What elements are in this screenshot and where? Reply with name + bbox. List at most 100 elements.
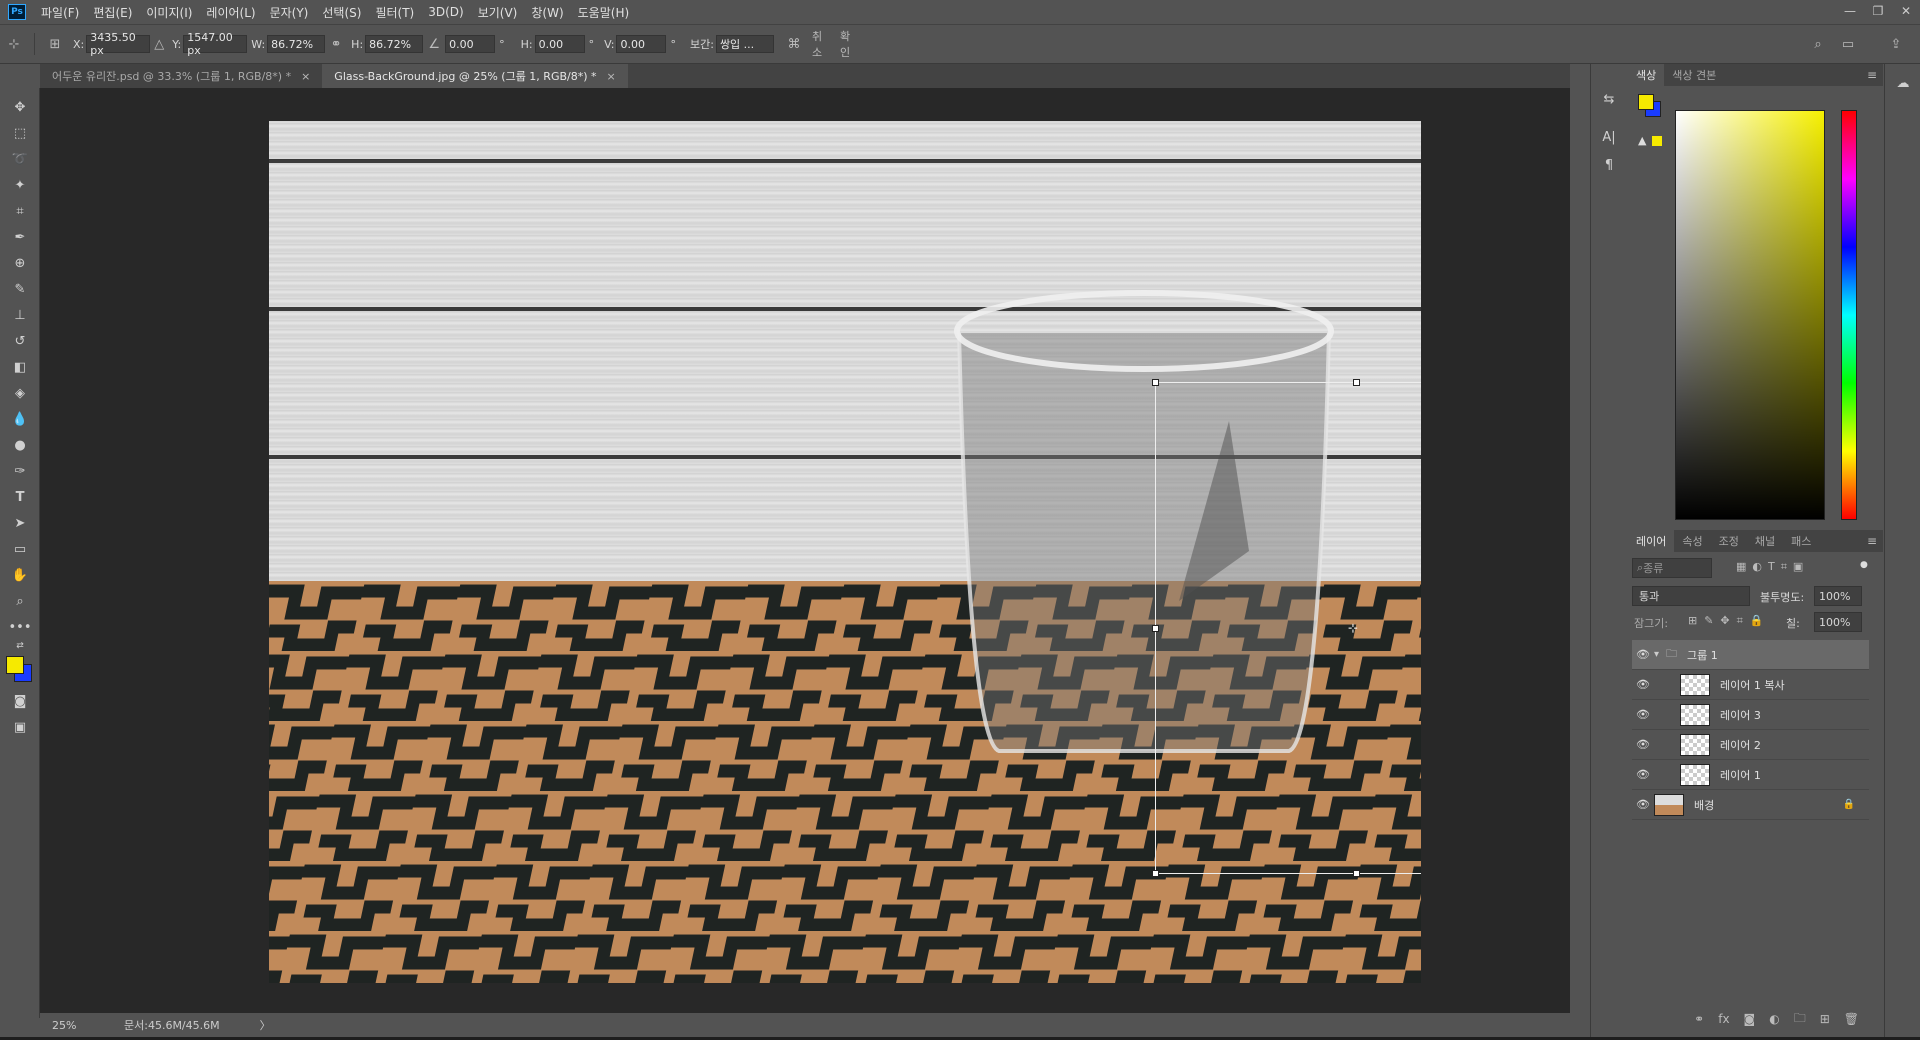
tab-properties[interactable]: 속성 xyxy=(1674,530,1710,552)
layer-filter-icons[interactable]: ▦◐T⌗▣ xyxy=(1736,560,1809,574)
visibility-eye-icon[interactable]: 👁 xyxy=(1632,648,1654,661)
healing-brush-tool-icon[interactable]: ⊕ xyxy=(8,252,32,274)
visibility-eye-icon[interactable]: 👁 xyxy=(1632,708,1654,721)
y-field[interactable]: 1547.00 px xyxy=(183,31,248,57)
interpolation-select[interactable]: 쌍입 ... xyxy=(715,35,774,53)
chevron-down-icon[interactable]: ▾ xyxy=(1654,649,1666,660)
opacity-field[interactable]: 100% xyxy=(1814,586,1862,606)
menu-filter[interactable]: 필터(T) xyxy=(368,4,421,21)
transform-handle[interactable] xyxy=(1353,379,1360,386)
visibility-eye-icon[interactable]: 👁 xyxy=(1632,768,1654,781)
lasso-tool-icon[interactable]: ➰ xyxy=(8,148,32,170)
tab-dark-glass-psd[interactable]: 어두운 유리잔.psd @ 33.3% (그룹 1, RGB/8*) * × xyxy=(40,64,323,88)
warp-mode-icon[interactable]: ⌘ xyxy=(784,34,804,54)
v-skew-field[interactable]: 0.00 xyxy=(616,35,667,53)
history-panel-icon[interactable]: ⇆ xyxy=(1597,88,1621,110)
transform-handle[interactable] xyxy=(1152,625,1159,632)
swap-colors-icon[interactable]: ⇄ xyxy=(8,640,32,652)
tab-glass-background-jpg[interactable]: Glass-BackGround.jpg @ 25% (그룹 1, RGB/8*… xyxy=(322,64,628,88)
workspace-icon[interactable]: ▭ xyxy=(1838,34,1858,54)
tab-layers[interactable]: 레이어 xyxy=(1628,530,1675,552)
layer-row[interactable]: 👁 레이어 3 xyxy=(1632,700,1869,730)
new-group-icon[interactable]: 🗀 xyxy=(1794,1009,1806,1030)
free-transform-box[interactable]: ⊹ xyxy=(1152,379,1421,877)
layer-row[interactable]: 👁 레이어 1 xyxy=(1632,760,1869,790)
angle-field[interactable]: 0.00 xyxy=(445,35,496,53)
menu-select[interactable]: 선택(S) xyxy=(315,4,368,21)
more-tools-icon[interactable]: ••• xyxy=(8,616,32,638)
marquee-tool-icon[interactable]: ⬚ xyxy=(8,122,32,144)
delete-layer-icon[interactable]: 🗑 xyxy=(1844,1012,1859,1026)
add-mask-icon[interactable]: ◙ xyxy=(1744,1012,1756,1026)
gamut-swatch[interactable] xyxy=(1652,136,1662,146)
share-icon[interactable]: ⇪ xyxy=(1886,34,1906,54)
blur-tool-icon[interactable]: 💧 xyxy=(8,408,32,430)
menu-layer[interactable]: 레이어(L) xyxy=(199,4,262,21)
hue-slider[interactable] xyxy=(1841,110,1857,520)
character-panel-icon[interactable]: A| xyxy=(1597,126,1621,148)
new-layer-icon[interactable]: ⊞ xyxy=(1820,1012,1830,1026)
h-skew-field[interactable]: 0.00 xyxy=(534,35,585,53)
transform-handle[interactable] xyxy=(1152,870,1159,877)
visibility-eye-icon[interactable]: 👁 xyxy=(1632,738,1654,751)
rectangle-tool-icon[interactable]: ▭ xyxy=(8,538,32,560)
layer-row-group[interactable]: 👁 ▾ 🗀 그룹 1 xyxy=(1632,640,1869,670)
filter-toggle-icon[interactable]: ● xyxy=(1860,560,1868,570)
transform-handle[interactable] xyxy=(1353,870,1360,877)
commit-transform-button[interactable]: 확인 xyxy=(840,30,860,59)
height-field[interactable]: 86.72% xyxy=(365,35,424,53)
canvas-area[interactable]: ⊹ xyxy=(40,88,1570,1013)
move-tool-icon[interactable]: ✥ xyxy=(8,96,32,118)
transform-center-icon[interactable]: ⊹ xyxy=(1348,621,1358,635)
visibility-eye-icon[interactable]: 👁 xyxy=(1632,678,1654,691)
menu-edit[interactable]: 편집(E) xyxy=(86,4,139,21)
layer-row[interactable]: 👁 레이어 2 xyxy=(1632,730,1869,760)
restore-icon[interactable]: ❐ xyxy=(1864,0,1892,22)
color-field[interactable] xyxy=(1675,110,1825,520)
layer-row-background[interactable]: 👁 배경 🔒 xyxy=(1632,790,1869,820)
menu-help[interactable]: 도움말(H) xyxy=(571,4,637,21)
brush-tool-icon[interactable]: ✎ xyxy=(8,278,32,300)
visibility-eye-icon[interactable]: 👁 xyxy=(1632,798,1654,811)
screen-mode-icon[interactable]: ▣ xyxy=(8,716,32,738)
document-image[interactable]: ⊹ xyxy=(269,121,1421,983)
paragraph-panel-icon[interactable]: ¶ xyxy=(1597,154,1621,176)
link-icon[interactable]: ⚭ xyxy=(329,34,343,54)
tab-paths[interactable]: 패스 xyxy=(1783,530,1819,552)
transform-handle[interactable] xyxy=(1152,379,1159,386)
libraries-icon[interactable]: ☁ xyxy=(1891,72,1915,94)
zoom-tool-icon[interactable]: ⌕ xyxy=(8,590,32,612)
paint-bucket-tool-icon[interactable]: ◈ xyxy=(8,382,32,404)
x-field[interactable]: 3435.50 px xyxy=(86,31,151,57)
fx-icon[interactable]: fx xyxy=(1718,1012,1729,1026)
layer-row[interactable]: 👁 레이어 1 복사 xyxy=(1632,670,1869,700)
menu-file[interactable]: 파일(F) xyxy=(34,4,86,21)
link-layers-icon[interactable]: ⚭ xyxy=(1694,1012,1704,1026)
layer-filter-select[interactable]: ⌕ 종류 xyxy=(1632,558,1712,578)
layers-panel-menu-icon[interactable]: ≡ xyxy=(1867,534,1877,548)
clone-stamp-tool-icon[interactable]: ⊥ xyxy=(8,304,32,326)
tab-color[interactable]: 색상 xyxy=(1628,64,1665,86)
minimize-icon[interactable]: — xyxy=(1836,0,1864,22)
zoom-level[interactable]: 25% xyxy=(52,1019,112,1032)
foreground-color-swatch[interactable] xyxy=(6,656,24,674)
fill-field[interactable]: 100% xyxy=(1814,612,1862,632)
cancel-transform-button[interactable]: 취소 xyxy=(812,30,832,59)
menu-image[interactable]: 이미지(I) xyxy=(139,4,199,21)
menu-view[interactable]: 보기(V) xyxy=(471,4,525,21)
adjustment-layer-icon[interactable]: ◐ xyxy=(1769,1012,1779,1026)
eyedropper-tool-icon[interactable]: ✒ xyxy=(8,226,32,248)
gamut-warning-icon[interactable]: ▲ xyxy=(1638,134,1646,147)
reference-point-icon[interactable]: ⊞ xyxy=(45,34,65,54)
blend-mode-select[interactable]: 통과 xyxy=(1632,586,1750,606)
magic-wand-tool-icon[interactable]: ✦ xyxy=(8,174,32,196)
tab-close-icon[interactable]: × xyxy=(607,70,616,83)
color-fg-swatch[interactable] xyxy=(1638,94,1654,110)
status-menu-arrow[interactable]: 〉 xyxy=(260,1017,271,1033)
menu-window[interactable]: 창(W) xyxy=(524,4,570,21)
move-tool-preset-icon[interactable]: ⊹ xyxy=(4,34,24,54)
path-selection-tool-icon[interactable]: ➤ xyxy=(8,512,32,534)
pen-tool-icon[interactable]: ✑ xyxy=(8,460,32,482)
tab-adjustments[interactable]: 조정 xyxy=(1711,530,1747,552)
history-brush-tool-icon[interactable]: ↺ xyxy=(8,330,32,352)
